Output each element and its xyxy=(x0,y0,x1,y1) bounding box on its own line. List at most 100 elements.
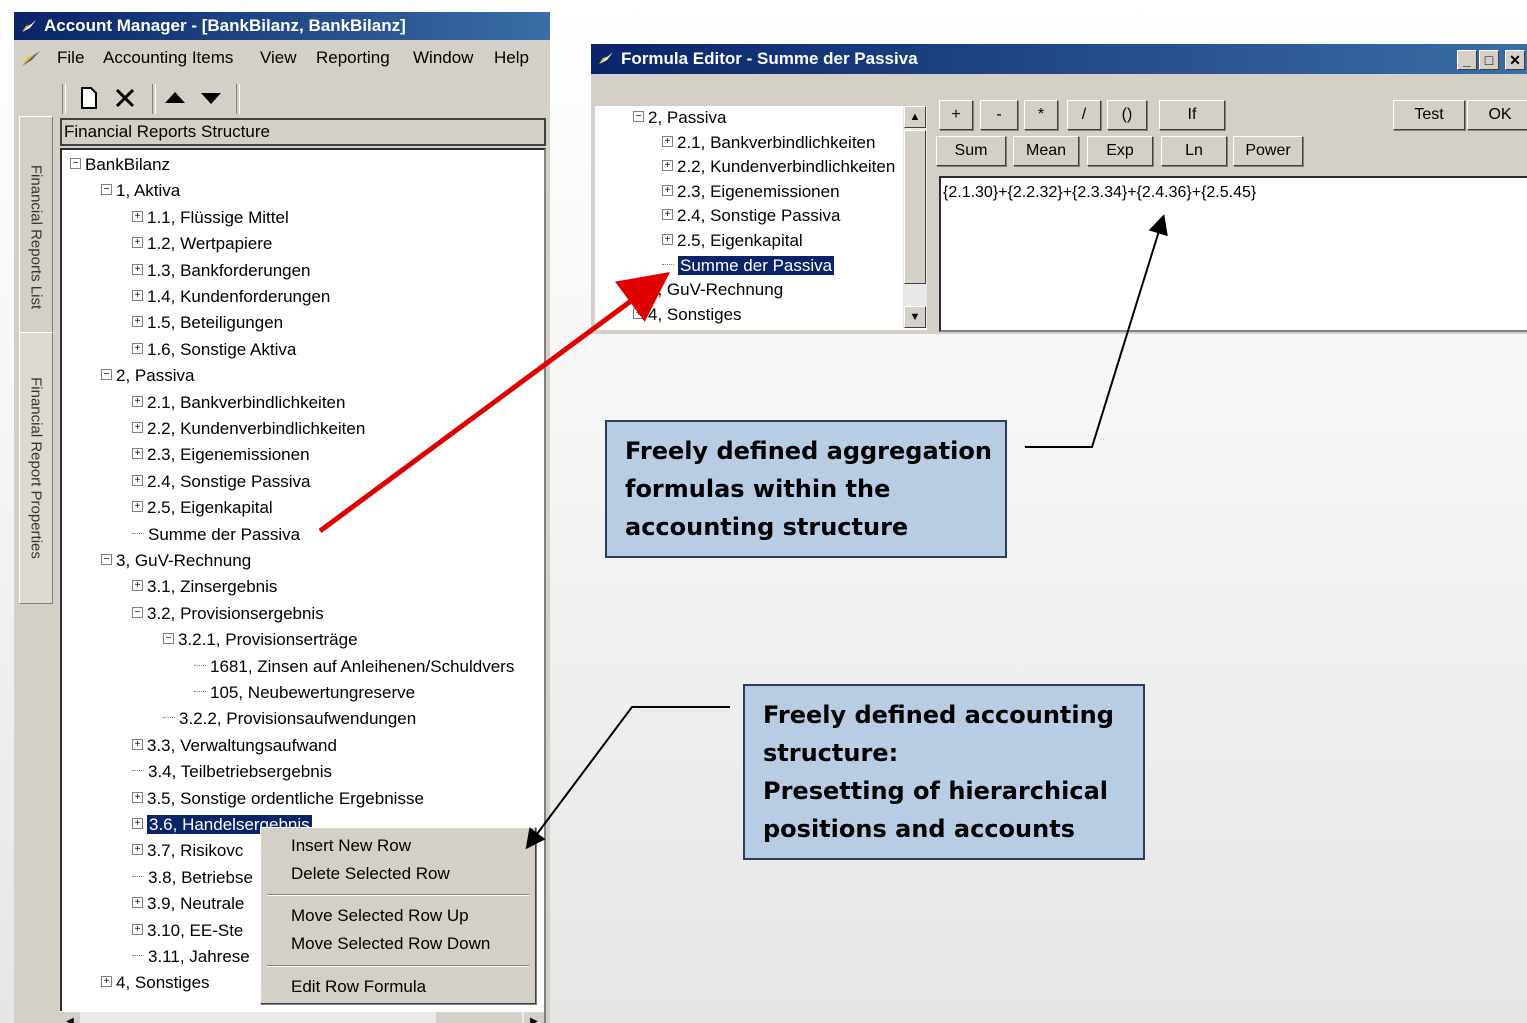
expand-icon[interactable]: + xyxy=(132,316,143,328)
collapse-icon[interactable]: − xyxy=(101,184,112,196)
expand-icon[interactable]: + xyxy=(662,135,673,147)
formula-input[interactable]: {2.1.30}+{2.2.32}+{2.3.34}+{2.4.36}+{2.5… xyxy=(939,176,1527,332)
tree-node[interactable]: −3, GuV-Rechnung xyxy=(101,550,251,572)
tree-node[interactable]: +1.2, Wertpapiere xyxy=(132,233,272,255)
test-button[interactable]: Test xyxy=(1393,100,1465,130)
expand-icon[interactable]: + xyxy=(662,160,673,172)
if-button[interactable]: If xyxy=(1159,100,1225,130)
mean-button[interactable]: Mean xyxy=(1013,136,1079,166)
menu-delete-selected-row[interactable]: Delete Selected Row xyxy=(291,864,450,884)
collapse-icon[interactable]: − xyxy=(132,606,143,618)
scroll-thumb[interactable] xyxy=(904,130,926,284)
tree-node[interactable]: +3.3, Verwaltungsaufwand xyxy=(132,735,337,757)
tree-node[interactable]: +1.3, Bankforderungen xyxy=(132,260,311,282)
expand-icon[interactable]: + xyxy=(132,818,143,830)
expand-icon[interactable]: + xyxy=(101,976,112,988)
account-manager-titlebar[interactable]: Account Manager - [BankBilanz, BankBilan… xyxy=(14,12,550,40)
menu-view[interactable]: View xyxy=(260,48,297,68)
scroll-down-arrow-icon[interactable]: ▼ xyxy=(904,306,926,328)
expand-icon[interactable]: + xyxy=(132,210,143,222)
menu-accounting-items[interactable]: Accounting Items xyxy=(103,48,233,68)
tree-node[interactable]: 3.11, Jahrese xyxy=(132,946,250,968)
tree-node[interactable]: +3.9, Neutrale xyxy=(132,893,244,915)
exp-button[interactable]: Exp xyxy=(1087,136,1153,166)
minus-button[interactable]: - xyxy=(980,100,1018,130)
tree-node[interactable]: Summe der Passiva xyxy=(132,524,300,546)
tree-node[interactable]: +2.4, Sonstige Passiva xyxy=(132,471,310,493)
scroll-left-arrow-icon[interactable]: ◀ xyxy=(60,1012,80,1023)
expand-icon[interactable]: + xyxy=(132,263,143,275)
maximize-icon[interactable]: □ xyxy=(1479,50,1499,70)
tree-node[interactable]: +3.1, Zinsergebnis xyxy=(132,576,277,598)
expand-icon[interactable]: + xyxy=(132,395,143,407)
expand-icon[interactable]: + xyxy=(132,738,143,750)
expand-icon[interactable]: + xyxy=(132,474,143,486)
tree-node[interactable]: +2.5, Eigenkapital xyxy=(662,230,803,252)
expand-icon[interactable]: + xyxy=(132,448,143,460)
tree-node[interactable]: +1.4, Kundenforderungen xyxy=(132,286,330,308)
expand-icon[interactable]: + xyxy=(132,923,143,935)
tree-node[interactable]: 3.8, Betriebse xyxy=(132,867,253,889)
parentheses-button[interactable]: () xyxy=(1107,100,1147,130)
expand-icon[interactable]: + xyxy=(662,234,673,246)
tree-node[interactable]: −2, Passiva xyxy=(633,107,726,129)
horizontal-scrollbar[interactable]: ◀ ▶ xyxy=(60,1011,544,1023)
tab-financial-reports-list[interactable]: Financial Reports List xyxy=(19,116,53,358)
tree-node[interactable]: +2.2, Kundenverbindlichkeiten xyxy=(662,156,895,178)
collapse-icon[interactable]: − xyxy=(163,633,174,645)
minimize-icon[interactable]: _ xyxy=(1457,50,1477,70)
move-up-icon[interactable] xyxy=(162,82,188,114)
tree-node[interactable]: Summe der Passiva xyxy=(662,255,835,277)
scroll-right-arrow-icon[interactable]: ▶ xyxy=(524,1012,544,1023)
tree-node[interactable]: −3.2.1, Provisionserträge xyxy=(163,629,358,651)
tree-node[interactable]: +3, GuV-Rechnung xyxy=(633,279,783,301)
tree-node[interactable]: +2.1, Bankverbindlichkeiten xyxy=(662,132,875,154)
expand-icon[interactable]: + xyxy=(132,290,143,302)
menu-move-row-up[interactable]: Move Selected Row Up xyxy=(291,906,469,926)
tree-node[interactable]: +3.7, Risikovc xyxy=(132,840,243,862)
ok-button[interactable]: OK xyxy=(1467,100,1527,130)
expand-icon[interactable]: + xyxy=(132,501,143,513)
menu-insert-new-row[interactable]: Insert New Row xyxy=(291,836,411,856)
expand-icon[interactable]: + xyxy=(633,307,644,319)
tree-node[interactable]: +2.1, Bankverbindlichkeiten xyxy=(132,392,345,414)
new-document-icon[interactable] xyxy=(76,82,102,114)
expand-icon[interactable]: + xyxy=(132,580,143,592)
tree-node[interactable]: −3.2, Provisionsergebnis xyxy=(132,603,324,625)
power-button[interactable]: Power xyxy=(1233,136,1303,166)
collapse-icon[interactable]: − xyxy=(101,554,112,566)
delete-icon[interactable] xyxy=(112,82,138,114)
tree-node[interactable]: +1.1, Flüssige Mittel xyxy=(132,207,289,229)
tree-node[interactable]: 1681, Zinsen auf Anleihenen/Schuldvers xyxy=(194,656,514,678)
tree-node[interactable]: +1.6, Sonstige Aktiva xyxy=(132,339,296,361)
formula-editor-titlebar[interactable]: Formula Editor - Summe der Passiva _ □ ✕ xyxy=(591,44,1527,74)
tree-node[interactable]: −2, Passiva xyxy=(101,365,194,387)
menu-reporting[interactable]: Reporting xyxy=(316,48,390,68)
multiply-button[interactable]: * xyxy=(1024,100,1058,130)
tab-financial-report-properties[interactable]: Financial Report Properties xyxy=(19,332,53,604)
formula-item-tree[interactable]: −2, Passiva +2.1, Bankverbindlichkeiten +2… xyxy=(595,106,927,330)
tree-node[interactable]: 105, Neubewertungreserve xyxy=(194,682,415,704)
tree-node[interactable]: −1, Aktiva xyxy=(101,180,180,202)
divide-button[interactable]: / xyxy=(1067,100,1101,130)
close-icon[interactable]: ✕ xyxy=(1505,50,1525,70)
expand-icon[interactable]: + xyxy=(132,422,143,434)
scroll-up-arrow-icon[interactable]: ▲ xyxy=(904,106,926,128)
expand-icon[interactable]: + xyxy=(662,209,673,221)
expand-icon[interactable]: + xyxy=(132,791,143,803)
expand-icon[interactable]: + xyxy=(633,283,644,295)
menu-move-row-down[interactable]: Move Selected Row Down xyxy=(291,934,490,954)
app-menu-icon[interactable] xyxy=(20,48,42,68)
expand-icon[interactable]: + xyxy=(662,184,673,196)
tree-node[interactable]: +4, Sonstiges xyxy=(101,972,210,994)
vertical-scrollbar[interactable]: ▲ ▼ xyxy=(903,106,927,328)
expand-icon[interactable]: + xyxy=(132,342,143,354)
tree-node[interactable]: +4, Sonstiges xyxy=(633,304,742,326)
menu-file[interactable]: File xyxy=(57,48,84,68)
scroll-thumb[interactable] xyxy=(436,1012,522,1023)
collapse-icon[interactable]: − xyxy=(70,158,81,170)
tree-node[interactable]: +2.2, Kundenverbindlichkeiten xyxy=(132,418,365,440)
tree-node[interactable]: +2.5, Eigenkapital xyxy=(132,497,273,519)
tree-node[interactable]: +3.5, Sonstige ordentliche Ergebnisse xyxy=(132,788,424,810)
tree-node[interactable]: +2.3, Eigenemissionen xyxy=(662,181,840,203)
